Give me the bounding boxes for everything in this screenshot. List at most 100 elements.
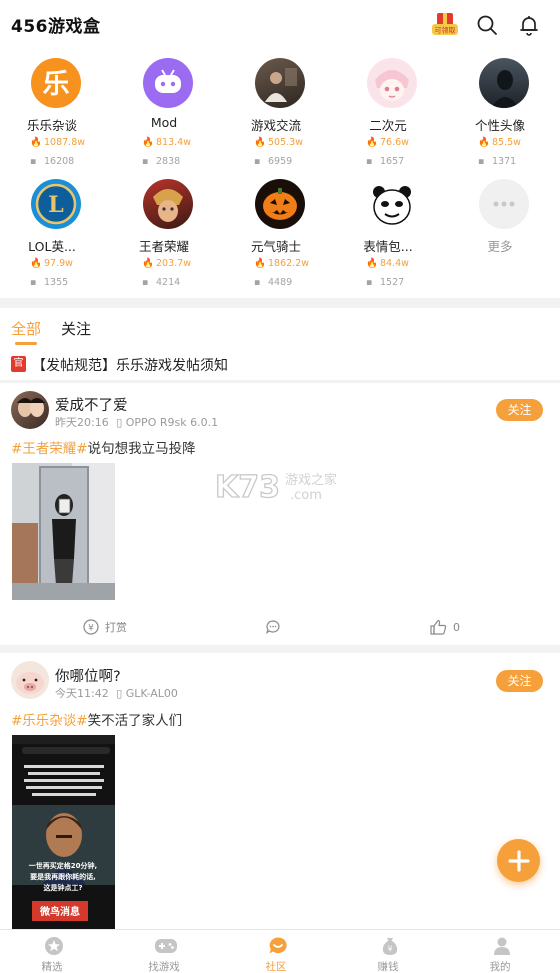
category-name: 个性头像 xyxy=(474,118,525,133)
official-notice[interactable]: 官 【发帖规范】乐乐游戏发帖须知 xyxy=(0,352,560,378)
topic-tag[interactable]: #乐乐杂谈# xyxy=(11,713,88,729)
more-icon xyxy=(479,179,529,229)
category-item[interactable]: L LOL英... 🔥 97.9w ▪ 1355 xyxy=(0,173,112,293)
comment-icon: ▪ xyxy=(142,277,149,288)
phone-icon: ▯ xyxy=(116,687,123,700)
svg-text:这是钟点工?: 这是钟点工? xyxy=(43,883,82,892)
le-logo-icon: 乐 xyxy=(31,58,81,108)
category-posts: ▪ 4489 xyxy=(254,277,293,288)
category-posts: ▪ 4214 xyxy=(142,277,181,288)
person-icon xyxy=(490,936,514,956)
category-name: 元气骑士 xyxy=(250,239,301,254)
feed-tabs: 全部 关注 xyxy=(0,314,560,346)
category-heat: 🔥 813.4w xyxy=(142,137,191,148)
post-image[interactable]: 一世再买定格20分钟, 要是我再跟你耗的话, 这是钟点工? 微鸟消息 xyxy=(12,735,115,929)
gift-badge-label: 可领取 xyxy=(435,26,456,35)
bell-icon[interactable] xyxy=(514,10,544,40)
nav-label: 找游戏 xyxy=(148,961,180,973)
nav-earn[interactable]: ¥ 赚钱 xyxy=(336,930,448,973)
category-posts: ▪ 1371 xyxy=(478,156,517,167)
category-heat: 🔥 97.9w xyxy=(30,258,73,269)
category-heat: 🔥 76.6w xyxy=(366,137,409,148)
nav-community[interactable]: 社区 xyxy=(224,930,336,973)
app-title: 456游戏盒 xyxy=(11,17,101,37)
comment-icon: ▪ xyxy=(142,156,149,167)
category-name: 更多 xyxy=(487,239,513,254)
topic-tag[interactable]: #王者荣耀# xyxy=(11,441,88,457)
notice-text: 【发帖规范】乐乐游戏发帖须知 xyxy=(32,358,228,374)
follow-button[interactable]: 关注 xyxy=(496,399,543,421)
category-item[interactable]: Mod 🔥 813.4w ▪ 2838 xyxy=(112,52,224,172)
nav-label: 赚钱 xyxy=(377,961,399,973)
post-text: 说句想我立马投降 xyxy=(87,441,196,457)
category-item[interactable]: 王者荣耀 🔥 203.7w ▪ 4214 xyxy=(112,173,224,293)
like-button[interactable]: 0 xyxy=(430,619,460,635)
follow-button[interactable]: 关注 xyxy=(496,670,543,692)
gift-icon[interactable]: 可领取 xyxy=(430,10,460,40)
category-heat: 🔥 1087.8w xyxy=(30,137,86,148)
post-username[interactable]: 你哪位啊? xyxy=(55,665,121,686)
category-name: LOL英... xyxy=(28,239,76,254)
thumbs-up-icon xyxy=(430,619,447,635)
category-name: Mod xyxy=(150,115,178,130)
tab-all[interactable]: 全部 xyxy=(11,318,41,339)
category-item[interactable]: 乐 乐乐杂谈 🔥 1087.8w ▪ 16208 xyxy=(0,52,112,172)
flame-icon: 🔥 xyxy=(478,137,490,148)
nav-find-games[interactable]: 找游戏 xyxy=(112,930,224,973)
meme-icon xyxy=(367,179,417,229)
avatar[interactable] xyxy=(11,391,49,429)
svg-text:.com: .com xyxy=(290,488,322,503)
post-image[interactable] xyxy=(12,463,115,600)
category-item[interactable]: 表情包... 🔥 84.4w ▪ 1527 xyxy=(336,173,448,293)
comment-button[interactable] xyxy=(265,619,281,635)
post-content: #乐乐杂谈#笑不活了家人们 xyxy=(11,709,182,729)
svg-text:微鸟消息: 微鸟消息 xyxy=(39,905,80,918)
flame-icon: 🔥 xyxy=(142,258,154,269)
post-device: OPPO R9sk 6.0.1 xyxy=(125,416,219,429)
comment-icon: ▪ xyxy=(366,156,373,167)
money-bag-icon: ¥ xyxy=(378,936,402,956)
category-name: 游戏交流 xyxy=(250,118,301,133)
gamepad-icon xyxy=(143,58,193,108)
category-name: 表情包... xyxy=(363,239,413,254)
create-post-button[interactable] xyxy=(497,839,540,882)
post-username[interactable]: 爱成不了爱 xyxy=(55,394,128,415)
category-item[interactable]: 游戏交流 🔥 505.3w ▪ 6959 xyxy=(224,52,336,172)
anime-icon xyxy=(367,58,417,108)
category-heat: 🔥 1862.2w xyxy=(254,258,310,269)
bottom-nav: 精选 找游戏 社区 ¥ 赚钱 我的 xyxy=(0,929,560,973)
featured-icon xyxy=(42,936,66,956)
category-posts: ▪ 2838 xyxy=(142,156,181,167)
post-actions: ¥ 打赏 0 xyxy=(0,619,560,643)
tip-button[interactable]: ¥ 打赏 xyxy=(83,619,127,635)
avatar[interactable] xyxy=(11,661,49,699)
nav-featured[interactable]: 精选 xyxy=(0,930,112,973)
category-item-more[interactable]: 更多 xyxy=(448,173,560,293)
tab-follow[interactable]: 关注 xyxy=(61,318,91,339)
post-time: 昨天20:16 xyxy=(55,416,109,429)
post-card[interactable]: 爱成不了爱 昨天20:16 ▯ OPPO R9sk 6.0.1 关注 #王者荣耀… xyxy=(0,383,560,643)
svg-text:L: L xyxy=(48,192,63,218)
post-card[interactable]: 你哪位啊? 今天11:42 ▯ GLK-AL00 关注 #乐乐杂谈#笑不活了家人… xyxy=(0,653,560,929)
category-posts: ▪ 1527 xyxy=(366,277,405,288)
nav-profile[interactable]: 我的 xyxy=(448,930,560,973)
category-grid: 乐 乐乐杂谈 🔥 1087.8w ▪ 16208 Mod 🔥 813.4w ▪ 2838… xyxy=(0,52,560,298)
category-name: 乐乐杂谈 xyxy=(26,118,77,133)
comment-icon: ▪ xyxy=(254,156,261,167)
flame-icon: 🔥 xyxy=(366,137,378,148)
svg-text:¥: ¥ xyxy=(387,945,392,954)
flame-icon: 🔥 xyxy=(30,258,42,269)
category-item[interactable]: 个性头像 🔥 85.5w ▪ 1371 xyxy=(448,52,560,172)
flame-icon: 🔥 xyxy=(254,137,266,148)
search-icon[interactable] xyxy=(472,10,502,40)
like-count: 0 xyxy=(453,620,460,634)
category-item[interactable]: 元气骑士 🔥 1862.2w ▪ 4489 xyxy=(224,173,336,293)
category-item[interactable]: 二次元 🔥 76.6w ▪ 1657 xyxy=(336,52,448,172)
post-time: 今天11:42 xyxy=(55,687,109,700)
gamepad-icon xyxy=(154,936,178,956)
nav-label: 社区 xyxy=(265,961,287,973)
official-badge: 官 xyxy=(11,356,26,372)
phone-icon: ▯ xyxy=(116,416,123,429)
comment-icon: ▪ xyxy=(366,277,373,288)
post-meta: 今天11:42 ▯ GLK-AL00 xyxy=(55,685,178,701)
